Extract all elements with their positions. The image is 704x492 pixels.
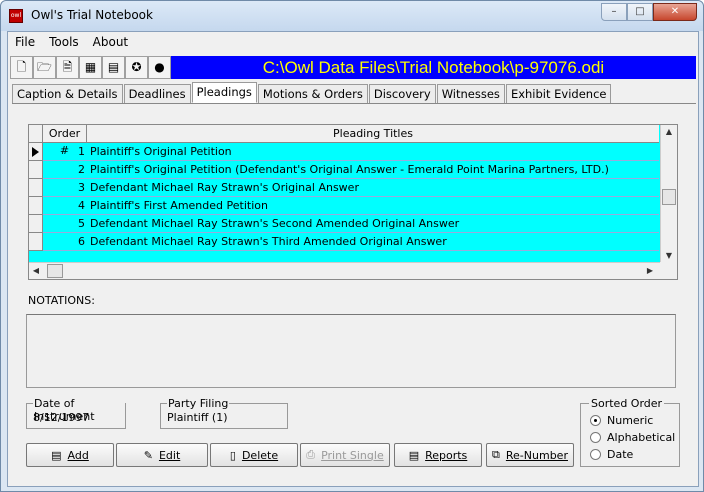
pleadings-grid[interactable]: Order # Pleading Titles 1 Plaintiff's Or… [28, 124, 678, 280]
table-row[interactable]: 4 Plaintiff's First Amended Petition [29, 196, 659, 215]
tab-strip: Caption & Details Deadlines Pleadings Mo… [12, 82, 696, 104]
client-area: File Tools About 🗋 🗁 🗎 ▦ ▤ ✪ ● C:\Owl Da… [7, 31, 699, 487]
minimize-button[interactable]: – [601, 3, 627, 21]
sort-option-label: Numeric [607, 414, 654, 427]
tab-witnesses[interactable]: Witnesses [436, 84, 505, 103]
row-title: Defendant Michael Ray Strawn's Second Am… [90, 217, 460, 230]
row-order: 4 [78, 199, 85, 212]
order-column-header[interactable]: Order # [43, 125, 87, 157]
row-selector[interactable] [29, 178, 43, 197]
tab-pleadings[interactable]: Pleadings [191, 82, 257, 103]
scroll-up-icon[interactable]: ▲ [661, 125, 677, 139]
title-bar[interactable]: owl Owl's Trial Notebook – □ ✕ [1, 1, 703, 31]
row-title: Plaintiff's Original Petition (Defendant… [90, 163, 609, 176]
sorted-order-label: Sorted Order [589, 397, 665, 410]
scroll-down-icon[interactable]: ▼ [661, 249, 677, 263]
calendar-icon[interactable]: ▦ [79, 56, 102, 79]
row-order: 1 [78, 145, 85, 158]
table-row[interactable]: 5 Defendant Michael Ray Strawn's Second … [29, 214, 659, 233]
horizontal-scrollbar[interactable]: ◀ ▶ [29, 262, 661, 279]
row-order: 2 [78, 163, 85, 176]
sort-numeric-option[interactable]: Numeric [590, 414, 653, 427]
sort-alphabetical-option[interactable]: Alphabetical [590, 431, 675, 444]
table-row[interactable]: 3 Defendant Michael Ray Strawn's Origina… [29, 178, 659, 197]
row-selector-current[interactable] [29, 142, 43, 161]
sort-option-label: Date [607, 448, 634, 461]
add-icon: ▤ [51, 448, 62, 462]
menu-tools[interactable]: Tools [42, 35, 86, 49]
table-row[interactable]: 1 Plaintiff's Original Petition [29, 142, 659, 161]
row-selector[interactable] [29, 232, 43, 251]
row-order: 3 [78, 181, 85, 194]
app-window: owl Owl's Trial Notebook – □ ✕ File Tool… [0, 0, 704, 492]
party-filing-label: Party Filing [167, 397, 230, 410]
printer-icon: ⎙ [306, 448, 316, 461]
row-title: Plaintiff's First Amended Petition [90, 199, 268, 212]
table-row[interactable]: 6 Defendant Michael Ray Strawn's Third A… [29, 232, 659, 251]
title-column-header[interactable]: Pleading Titles [87, 125, 659, 142]
tab-deadlines[interactable]: Deadlines [123, 84, 191, 103]
radio-button[interactable] [590, 432, 601, 443]
new-file-icon[interactable]: 🗋 [10, 56, 33, 79]
scroll-left-icon[interactable]: ◀ [29, 263, 43, 279]
tab-exhibit-evidence[interactable]: Exhibit Evidence [505, 84, 612, 103]
party-filing-value: Plaintiff (1) [167, 411, 228, 424]
radio-button[interactable] [590, 449, 601, 460]
radio-button-selected[interactable] [590, 415, 601, 426]
tab-caption-details[interactable]: Caption & Details [12, 84, 123, 103]
renumber-button[interactable]: ⧉ Re-Number [486, 443, 574, 467]
table-row[interactable]: 2 Plaintiff's Original Petition (Defenda… [29, 160, 659, 179]
add-button[interactable]: ▤ Add [26, 443, 114, 467]
toolbar: 🗋 🗁 🗎 ▦ ▤ ✪ ● [10, 56, 171, 80]
renumber-icon: ⧉ [492, 448, 500, 461]
menu-bar: File Tools About [8, 32, 698, 52]
print-single-button[interactable]: ⎙ Print Single [300, 443, 390, 467]
scroll-corner [660, 262, 677, 279]
row-selector[interactable] [29, 214, 43, 233]
trash-icon: ▯ [229, 448, 236, 462]
grid-header: Order # Pleading Titles [29, 125, 659, 157]
file-path-display: C:\Owl Data Files\Trial Notebook\p-97076… [171, 56, 696, 79]
sorted-order-group: Sorted Order Numeric Alphabetical Date [580, 397, 680, 467]
app-icon[interactable]: owl [9, 9, 23, 23]
window-title: Owl's Trial Notebook [31, 8, 153, 22]
vertical-scrollbar[interactable]: ▲ ▼ [660, 125, 677, 263]
open-folder-icon[interactable]: 🗁 [33, 56, 56, 79]
close-button[interactable]: ✕ [653, 3, 697, 21]
document-icon[interactable]: 🗎 [56, 56, 79, 79]
party-filing-box: Party Filing Plaintiff (1) [160, 397, 288, 429]
row-order: 6 [78, 235, 85, 248]
delete-button[interactable]: ▯ Delete [210, 443, 298, 467]
sort-option-label: Alphabetical [607, 431, 676, 444]
menu-file[interactable]: File [8, 35, 42, 49]
wizard-icon[interactable]: ✪ [125, 56, 148, 79]
edit-button[interactable]: ✎ Edit [116, 443, 208, 467]
menu-about[interactable]: About [86, 35, 135, 49]
row-selector[interactable] [29, 160, 43, 179]
sort-date-option[interactable]: Date [590, 448, 633, 461]
reports-icon: ▤ [408, 448, 420, 462]
scroll-right-icon[interactable]: ▶ [643, 263, 657, 279]
row-order: 5 [78, 217, 85, 230]
date-of-instrument-value: 8/12/1997 [33, 411, 90, 424]
reports-button[interactable]: ▤ Reports [394, 443, 482, 467]
notations-label: NOTATIONS: [28, 294, 95, 307]
globe-icon[interactable]: ● [148, 56, 171, 79]
date-of-instrument-box: Date of Instrument 8/12/1997 [26, 397, 126, 429]
row-title: Defendant Michael Ray Strawn's Original … [90, 181, 359, 194]
row-title: Plaintiff's Original Petition [90, 145, 232, 158]
calculator-icon[interactable]: ▤ [102, 56, 125, 79]
tab-discovery[interactable]: Discovery [368, 84, 436, 103]
row-selector-header [29, 125, 43, 142]
notations-field[interactable] [26, 314, 676, 388]
tab-motions-orders[interactable]: Motions & Orders [257, 84, 368, 103]
row-selector[interactable] [29, 196, 43, 215]
grid-rows: 1 Plaintiff's Original Petition 2 Plaint… [29, 142, 659, 251]
horizontal-scroll-thumb[interactable] [47, 264, 63, 278]
edit-icon: ✎ [143, 448, 153, 462]
maximize-button[interactable]: □ [627, 3, 653, 21]
vertical-scroll-thumb[interactable] [662, 189, 676, 205]
row-title: Defendant Michael Ray Strawn's Third Ame… [90, 235, 447, 248]
